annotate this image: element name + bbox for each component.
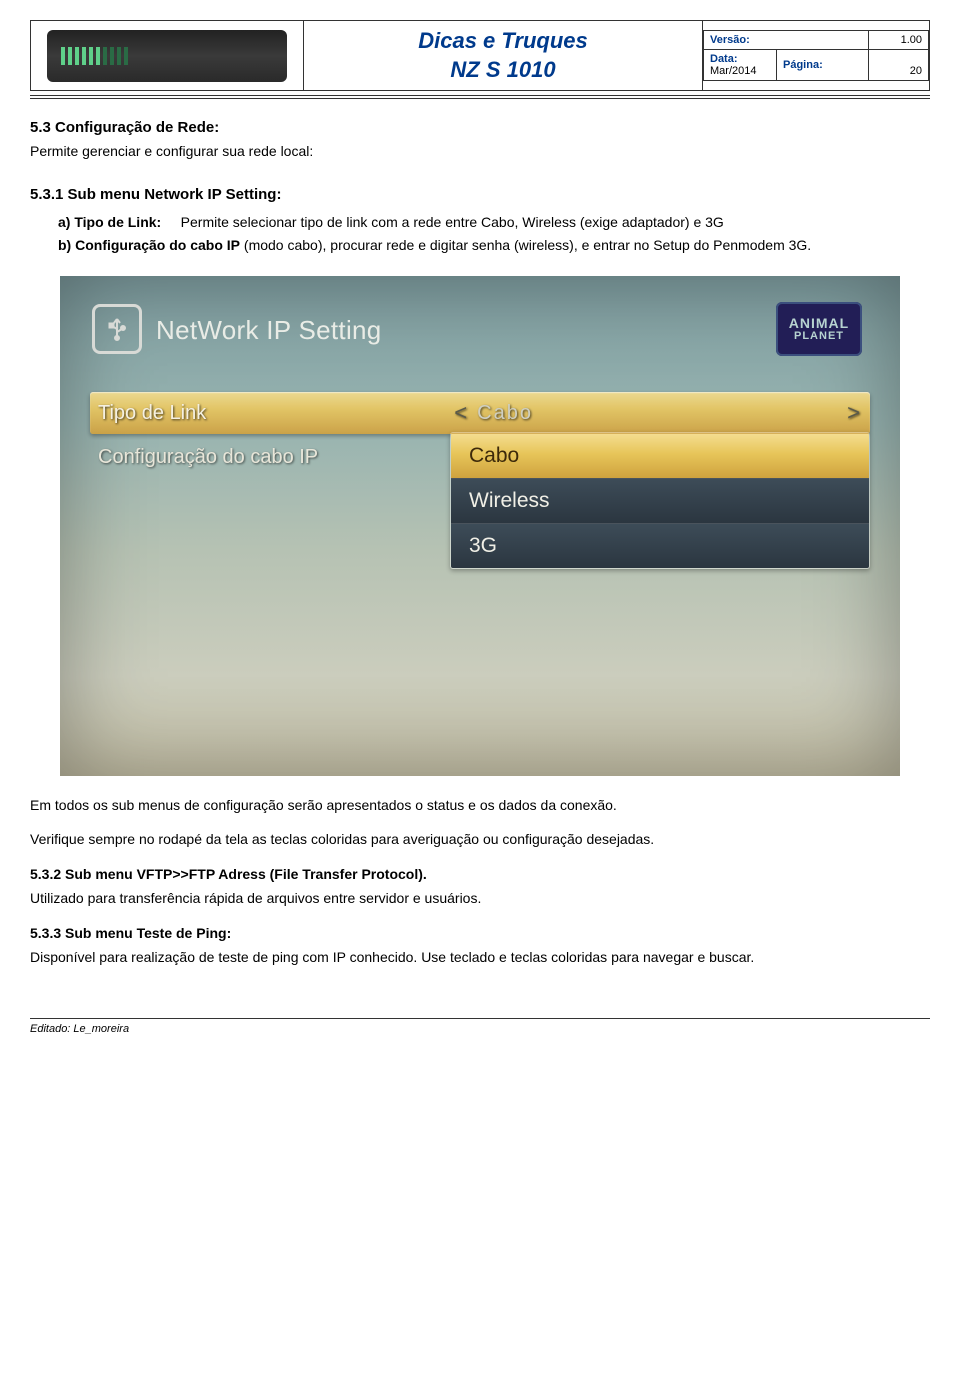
chevron-right-icon[interactable]: > bbox=[837, 398, 870, 429]
logo-line2: PLANET bbox=[794, 331, 844, 343]
meta-versao-label: Versão: bbox=[704, 31, 869, 50]
doc-title: Dicas e Truques NZ S 1010 bbox=[304, 21, 703, 91]
usb-icon bbox=[92, 304, 142, 354]
divider bbox=[30, 98, 930, 99]
tv-screenshot: NetWork IP Setting ANIMAL PLANET Tipo de… bbox=[60, 276, 900, 776]
heading-5-3-2: 5.3.2 Sub menu VFTP>>FTP Adress (File Tr… bbox=[30, 865, 930, 885]
logo-line1: ANIMAL bbox=[789, 316, 849, 331]
meta-data-value: Mar/2014 bbox=[710, 65, 756, 77]
footer-divider bbox=[30, 1018, 930, 1019]
doc-title-line2: NZ S 1010 bbox=[450, 57, 555, 82]
device-image-cell bbox=[31, 21, 304, 91]
meta-pagina-label: Página: bbox=[777, 50, 869, 81]
device-illustration bbox=[47, 30, 287, 82]
heading-5-3-3: 5.3.3 Sub menu Teste de Ping: bbox=[30, 924, 930, 944]
footer-text: Editado: Le_moreira bbox=[30, 1023, 930, 1035]
doc-meta: Versão: 1.00 Data: Mar/2014 Página: 20 bbox=[703, 30, 929, 81]
divider bbox=[30, 95, 930, 96]
meta-pagina-value: 20 bbox=[868, 50, 928, 81]
heading-5-3-1: 5.3.1 Sub menu Network IP Setting: bbox=[30, 184, 930, 205]
meta-data-label: Data: bbox=[710, 53, 738, 65]
tv-option-wireless[interactable]: Wireless bbox=[451, 478, 869, 523]
tv-row-label: Tipo de Link bbox=[90, 399, 444, 427]
meta-versao-value: 1.00 bbox=[868, 31, 928, 50]
chevron-left-icon[interactable]: < bbox=[444, 398, 477, 429]
page-header: Dicas e Truques NZ S 1010 Versão: 1.00 D… bbox=[30, 20, 930, 91]
li-b-label: b) Configuração do cabo IP bbox=[58, 237, 240, 253]
tv-option-cabo[interactable]: Cabo bbox=[451, 433, 869, 478]
li-b-text: (modo cabo), procurar rede e digitar sen… bbox=[240, 237, 811, 253]
li-a-label: a) Tipo de Link: bbox=[58, 214, 161, 230]
list-item-a: a) Tipo de Link: Permite selecionar tipo… bbox=[58, 213, 930, 233]
tv-row-tipo-link[interactable]: Tipo de Link < Cabo > bbox=[90, 392, 870, 434]
list-item-b: b) Configuração do cabo IP (modo cabo), … bbox=[58, 236, 930, 256]
tv-dropdown[interactable]: Cabo Wireless 3G bbox=[450, 432, 870, 569]
li-a-text: Permite selecionar tipo de link com a re… bbox=[181, 214, 724, 230]
text-after-1: Em todos os sub menus de configuração se… bbox=[30, 796, 930, 816]
doc-title-line1: Dicas e Truques bbox=[418, 28, 588, 53]
tv-screen-title: NetWork IP Setting bbox=[156, 312, 382, 348]
text-5-3-2: Utilizado para transferência rápida de a… bbox=[30, 889, 930, 909]
tv-row-value: Cabo bbox=[477, 399, 837, 427]
tv-option-3g[interactable]: 3G bbox=[451, 523, 869, 568]
channel-logo: ANIMAL PLANET bbox=[776, 302, 862, 356]
text-5-3-intro: Permite gerenciar e configurar sua rede … bbox=[30, 142, 930, 162]
text-5-3-3: Disponível para realização de teste de p… bbox=[30, 948, 930, 968]
text-after-2: Verifique sempre no rodapé da tela as te… bbox=[30, 830, 930, 850]
heading-5-3: 5.3 Configuração de Rede: bbox=[30, 117, 930, 138]
tv-row2-label: Configuração do cabo IP bbox=[98, 443, 318, 471]
